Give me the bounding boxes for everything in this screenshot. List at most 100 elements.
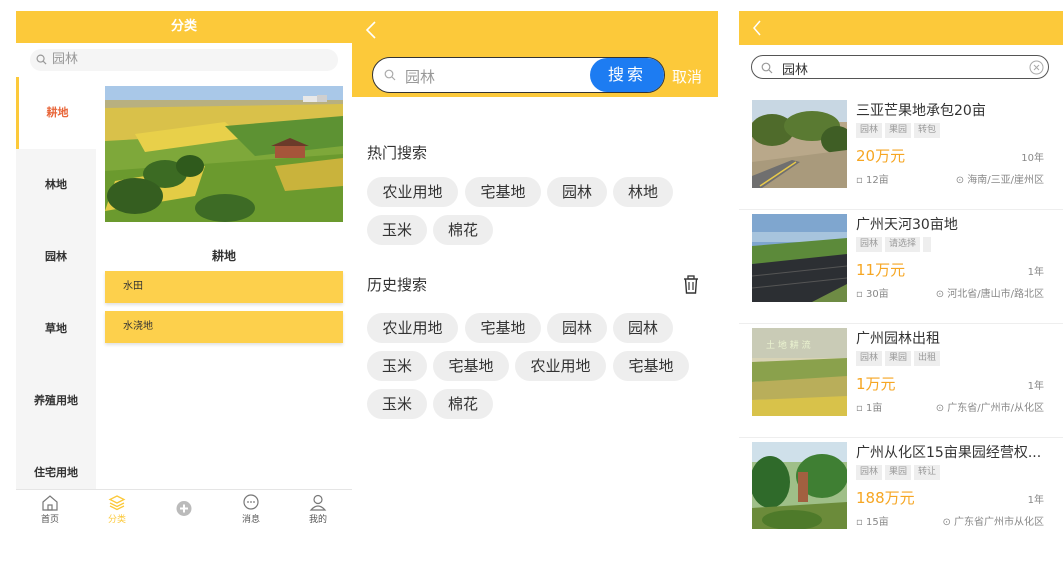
history-tag[interactable]: 宅基地 — [613, 351, 689, 381]
tab-category[interactable]: 分类 — [97, 492, 137, 528]
sidebar-item-grassland[interactable]: 草地 — [16, 293, 96, 365]
category-sidebar: 耕地 林地 园林 草地 养殖用地 住宅用地 — [16, 77, 96, 489]
hot-tag[interactable]: 宅基地 — [465, 177, 541, 207]
search-button[interactable]: 搜索 — [590, 58, 664, 92]
listing-area: ▫ 12亩 — [856, 171, 889, 186]
back-icon[interactable] — [751, 18, 763, 38]
sidebar-item-farmland[interactable]: 耕地 — [16, 77, 96, 149]
search-screen: 园林 搜索 取消 热门搜索 农业用地 宅基地 园林 林地 玉米 棉花 历史搜索 … — [352, 11, 718, 531]
listing-location: ⊙ 海南/三亚/崖州区 — [956, 171, 1044, 186]
history-tag[interactable]: 玉米 — [367, 351, 427, 381]
listing-location: ⊙ 河北省/唐山市/路北区 — [936, 285, 1044, 300]
sidebar-item-forest[interactable]: 林地 — [16, 149, 96, 221]
listing-card[interactable]: 广州天河30亩地 园林 请选择 11万元 1年 ▫ 30亩 ⊙ 河北省/唐山市/路… — [739, 210, 1063, 324]
search-icon — [384, 69, 396, 81]
search-header: 园林 搜索 取消 — [352, 11, 718, 97]
history-tag[interactable]: 宅基地 — [465, 313, 541, 343]
history-tag[interactable]: 宅基地 — [433, 351, 509, 381]
sidebar-item-aquaculture[interactable]: 养殖用地 — [16, 365, 96, 437]
search-input[interactable]: 园林 — [30, 49, 338, 71]
hot-search-title: 热门搜索 — [367, 144, 428, 162]
cancel-button[interactable]: 取消 — [672, 66, 702, 87]
area-icon: ▫ — [856, 517, 866, 528]
category-banner-image[interactable] — [105, 86, 343, 222]
listing-tag: 转包 — [914, 123, 941, 138]
subcategory-item-paddy[interactable]: 水田 — [105, 271, 343, 303]
search-input[interactable]: 园林 — [751, 55, 1049, 79]
subcategory-item-irrigated[interactable]: 水浇地 — [105, 311, 343, 343]
history-tag[interactable]: 园林 — [547, 313, 607, 343]
hot-tag[interactable]: 棉花 — [433, 215, 493, 245]
listing-tag: 转让 — [914, 465, 941, 480]
hot-tag[interactable]: 园林 — [547, 177, 607, 207]
tab-home[interactable]: 首页 — [30, 492, 70, 528]
area-icon: ▫ — [856, 289, 866, 300]
history-tag[interactable]: 棉花 — [433, 389, 493, 419]
history-tag[interactable]: 农业用地 — [367, 313, 458, 343]
clear-icon[interactable] — [1029, 60, 1044, 75]
listing-location: ⊙ 广东省/广州市/从化区 — [936, 399, 1044, 414]
listing-location: ⊙ 广东省广州市从化区 — [942, 513, 1044, 528]
hot-tag[interactable]: 农业用地 — [367, 177, 458, 207]
tab-message-label: 消息 — [241, 515, 260, 525]
listing-term: 1年 — [1027, 267, 1044, 278]
listing-area-value: 12亩 — [865, 175, 889, 186]
listing-tag: 园林 — [856, 465, 883, 480]
results-header — [739, 11, 1063, 45]
sidebar-item-garden[interactable]: 园林 — [16, 221, 96, 293]
search-input-value: 园林 — [405, 68, 436, 86]
listing-area: ▫ 15亩 — [856, 513, 889, 528]
history-tag[interactable]: 农业用地 — [515, 351, 606, 381]
search-input-value: 园林 — [782, 63, 809, 78]
listing-card[interactable]: 广州从化区15亩果园经营权... 园林 果园 转让 188万元 1年 ▫ 15亩 ⊙… — [739, 438, 1063, 529]
message-icon — [243, 494, 259, 510]
location-pin-icon: ⊙ — [935, 403, 948, 414]
listing-title: 广州从化区15亩果园经营权... — [856, 445, 1042, 461]
hot-tag[interactable]: 玉米 — [367, 215, 427, 245]
listing-title: 广州园林出租 — [856, 331, 940, 347]
listing-tag — [923, 237, 932, 252]
listing-location-value: 广东省广州市从化区 — [954, 517, 1044, 528]
tab-category-label: 分类 — [107, 515, 126, 525]
listing-card[interactable]: 土 地 耕 流 广州园林出租 园林 果园 出租 1万元 1年 ▫ 1亩 ⊙ 广东省/… — [739, 324, 1063, 438]
search-input[interactable]: 园林 搜索 — [372, 57, 665, 93]
listing-tag: 园林 — [856, 123, 883, 138]
listing-area: ▫ 30亩 — [856, 285, 889, 300]
search-placeholder: 园林 — [52, 52, 79, 67]
hot-tag[interactable]: 林地 — [613, 177, 673, 207]
add-icon — [176, 501, 192, 516]
listing-title: 广州天河30亩地 — [856, 217, 958, 233]
listing-area-value: 1亩 — [865, 403, 883, 414]
trash-icon[interactable] — [682, 275, 700, 295]
listing-tag: 请选择 — [885, 237, 921, 252]
listing-thumbnail: 土 地 耕 流 — [752, 328, 847, 416]
history-tag[interactable]: 园林 — [613, 313, 673, 343]
listing-tags: 园林 果园 出租 — [856, 351, 943, 367]
history-tag[interactable]: 玉米 — [367, 389, 427, 419]
listing-term: 1年 — [1027, 381, 1044, 392]
area-icon: ▫ — [856, 175, 866, 186]
tab-message[interactable]: 消息 — [231, 492, 271, 528]
search-icon — [36, 54, 47, 65]
location-pin-icon: ⊙ — [935, 289, 948, 300]
subcategory-title: 耕地 — [211, 249, 236, 263]
listing-price: 188万元 — [856, 489, 915, 507]
listing-location-value: 河北省/唐山市/路北区 — [947, 289, 1044, 300]
listing-title: 三亚芒果地承包20亩 — [856, 103, 986, 119]
history-search-title: 历史搜索 — [367, 276, 428, 294]
category-screen: 分类 园林 耕地 林地 园林 草地 养殖用地 住宅用地 耕地 水田 水浇地 首页… — [16, 11, 352, 529]
listing-tags: 园林 果园 转让 — [856, 465, 943, 481]
listing-location-value: 广东省/广州市/从化区 — [947, 403, 1044, 414]
listing-card[interactable]: 三亚芒果地承包20亩 园林 果园 转包 20万元 10年 ▫ 12亩 ⊙ 海南/三亚… — [739, 96, 1063, 210]
listing-location-value: 海南/三亚/崖州区 — [967, 175, 1044, 186]
home-icon — [42, 495, 58, 511]
tab-publish[interactable] — [164, 492, 204, 528]
listing-tag: 果园 — [885, 465, 912, 480]
tab-mine-label: 我的 — [308, 515, 327, 525]
svg-text:土 地 耕 流: 土 地 耕 流 — [766, 339, 811, 351]
back-icon[interactable] — [364, 19, 378, 41]
listing-price: 1万元 — [856, 375, 896, 393]
tab-mine[interactable]: 我的 — [298, 492, 338, 528]
page-title: 分类 — [16, 11, 352, 43]
user-icon — [309, 494, 327, 511]
